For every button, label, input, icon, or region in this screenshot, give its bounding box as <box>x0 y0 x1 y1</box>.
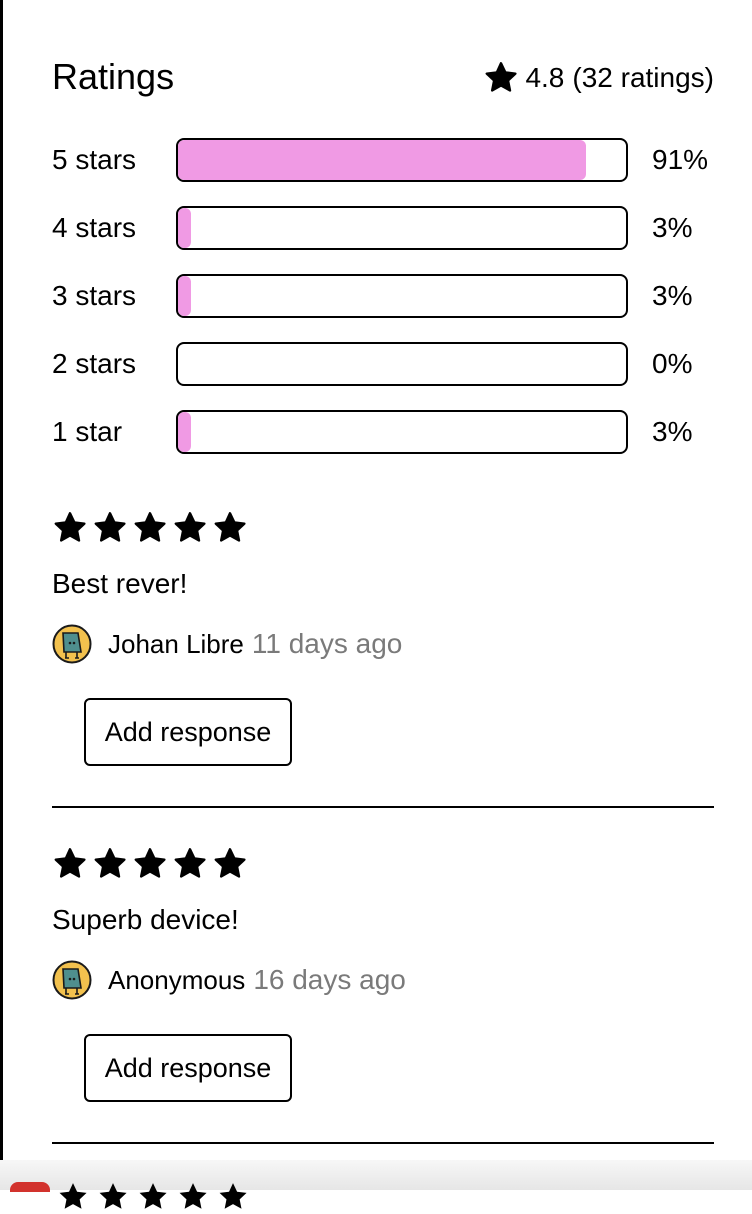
rating-row-percent: 3% <box>652 280 693 311</box>
rating-bar <box>176 206 628 250</box>
star-icon <box>174 848 206 878</box>
rating-bar <box>176 342 628 386</box>
rating-row-percent: 91% <box>652 144 709 175</box>
add-response-button[interactable]: Add response <box>84 698 292 766</box>
review-stars <box>52 510 714 546</box>
rating-row-label: 4 stars <box>52 212 137 243</box>
rating-row-percent: 0% <box>652 348 693 379</box>
average-rating: 4.8 <box>525 62 565 93</box>
panel-left-border <box>0 0 3 1190</box>
rating-row-label: 2 stars <box>52 348 137 379</box>
next-review-stars <box>56 1180 250 1214</box>
ratings-count: (32 ratings) <box>572 62 714 93</box>
rating-row-label: 5 stars <box>52 144 137 175</box>
star-icon <box>219 1183 247 1209</box>
rating-row-percent: 3% <box>652 212 693 243</box>
ratings-summary: 4.8 (32 ratings) <box>483 58 714 98</box>
review-time: 16 days ago <box>253 964 406 995</box>
rating-row: 3 stars 3% <box>52 274 714 318</box>
star-icon <box>54 848 86 878</box>
review-author: Anonymous 16 days ago <box>52 960 406 1000</box>
rating-bar <box>176 274 628 318</box>
review-divider <box>52 1142 714 1144</box>
partial-badge <box>10 1182 50 1192</box>
review-stars <box>52 846 714 882</box>
rating-bar-fill <box>178 140 586 180</box>
review-author: Johan Libre 11 days ago <box>52 624 402 664</box>
star-icon <box>214 512 246 542</box>
star-icon <box>94 512 126 542</box>
author-name[interactable]: Anonymous <box>108 960 245 1000</box>
star-icon <box>54 512 86 542</box>
author-name[interactable]: Johan Libre <box>108 624 244 664</box>
review-card: Best rever! Johan Libre 11 days ago Add res… <box>52 510 714 766</box>
avatar-icon <box>52 624 92 664</box>
rating-row: 4 stars 3% <box>52 206 714 250</box>
avatar-icon <box>52 960 92 1000</box>
star-icon <box>214 848 246 878</box>
star-icon <box>134 848 166 878</box>
star-icon <box>174 512 206 542</box>
ratings-title: Ratings <box>52 56 175 97</box>
rating-row-percent: 3% <box>652 416 693 447</box>
review-title: Superb device! <box>52 904 239 935</box>
star-icon <box>99 1183 127 1209</box>
rating-bar <box>176 410 628 454</box>
rating-bar-fill <box>178 412 192 452</box>
review-divider <box>52 806 714 808</box>
rating-row: 5 stars 91% <box>52 138 714 182</box>
review-time: 11 days ago <box>251 628 403 659</box>
star-icon <box>94 848 126 878</box>
rating-row-label: 1 star <box>52 416 123 447</box>
ratings-header: Ratings 4.8 (32 ratings) <box>52 54 714 104</box>
rating-row: 2 stars 0% <box>52 342 714 386</box>
rating-bar-fill <box>178 276 192 316</box>
star-icon <box>59 1183 87 1209</box>
star-icon <box>139 1183 167 1209</box>
review-title: Best rever! <box>52 568 188 599</box>
star-icon <box>485 62 518 92</box>
star-icon <box>179 1183 207 1209</box>
rating-row-label: 3 stars <box>52 280 137 311</box>
add-response-button[interactable]: Add response <box>84 1034 292 1102</box>
rating-row: 1 star 3% <box>52 410 714 454</box>
star-icon <box>134 512 166 542</box>
rating-bar-fill <box>178 208 192 248</box>
rating-bar <box>176 138 628 182</box>
review-card: Superb device! Anonymous 16 days ago Add re… <box>52 846 714 1102</box>
